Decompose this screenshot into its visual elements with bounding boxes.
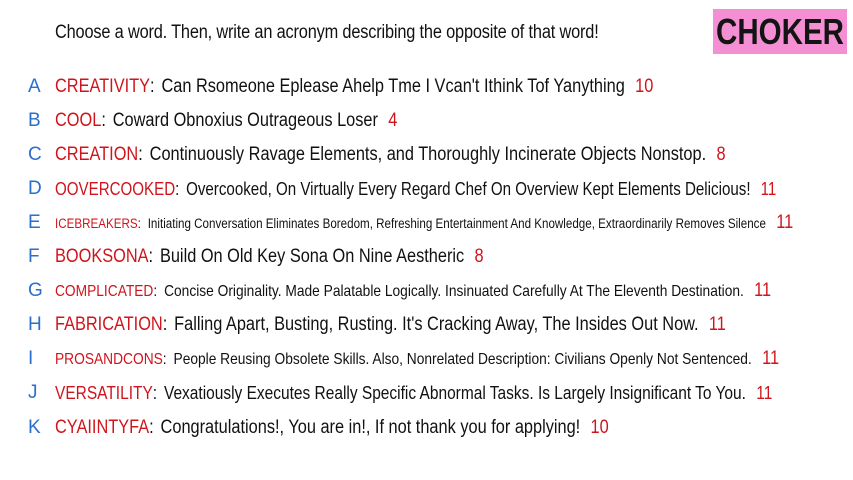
entry-content: CREATION: Continuously Ravage Elements, … <box>55 144 726 166</box>
entry-acronym: Vexatiously Executes Really Specific Abn… <box>163 382 746 403</box>
entry-row-b: B COOL: Coward Obnoxius Outrageous Loser… <box>28 106 453 136</box>
entry-content: VERSATILITY: Vexatiously Executes Really… <box>55 383 772 404</box>
entry-content: CYAIINTYFA: Congratulations!, You are in… <box>55 417 609 439</box>
entry-colon: : <box>101 110 106 131</box>
entry-letter: B <box>28 110 41 131</box>
entry-score: 8 <box>716 144 726 165</box>
entry-score: 10 <box>635 76 654 97</box>
entry-letter: E <box>28 212 41 233</box>
entry-row-i: I PROSANDCONS: People Reusing Obsolete S… <box>28 344 853 374</box>
entry-word: PROSANDCONS <box>55 351 163 368</box>
entry-colon: : <box>175 178 180 199</box>
entry-word: CREATION <box>55 144 139 165</box>
entry-acronym: Concise Originality. Made Palatable Logi… <box>164 283 744 300</box>
brand-logo-text: CHOKER <box>716 10 844 52</box>
entry-colon: : <box>152 382 158 403</box>
entry-word: VERSATILITY <box>55 382 153 403</box>
entry-row-j: J VERSATILITY: Vexatiously Executes Real… <box>28 378 853 408</box>
entry-acronym: Congratulations!, You are in!, If not th… <box>160 417 581 438</box>
entry-word: OOVERCOOKED <box>55 178 176 199</box>
entry-acronym: Build On Old Key Sona On Nine Aestheric <box>159 246 465 267</box>
entry-letter: C <box>28 144 42 165</box>
entry-letter: F <box>28 246 40 267</box>
entry-row-e: E ICEBREAKERS: Initiating Conversation E… <box>28 208 853 238</box>
entry-score: 10 <box>590 417 609 438</box>
entry-letter: J <box>28 382 38 403</box>
entry-score: 8 <box>474 246 484 267</box>
entry-score: 11 <box>756 382 773 403</box>
entry-colon: : <box>153 283 158 300</box>
entry-colon: : <box>149 417 154 438</box>
entry-content: PROSANDCONS: People Reusing Obsolete Ski… <box>55 348 779 370</box>
entry-content: ICEBREAKERS: Initiating Conversation Eli… <box>55 212 793 234</box>
entry-content: COOL: Coward Obnoxius Outrageous Loser 4 <box>55 110 397 132</box>
entry-content: FABRICATION: Falling Apart, Busting, Rus… <box>55 314 726 336</box>
entry-word: COMPLICATED <box>55 283 154 300</box>
entry-content: CREATIVITY: Can Rsomeone Eplease Ahelp T… <box>55 76 653 98</box>
entry-colon: : <box>137 216 141 231</box>
entry-colon: : <box>162 314 168 335</box>
entry-colon: : <box>162 351 167 368</box>
entry-score: 11 <box>776 212 794 233</box>
entry-acronym: Overcooked, On Virtually Every Regard Ch… <box>186 178 751 199</box>
entry-score: 11 <box>762 348 780 369</box>
entry-word: ICEBREAKERS <box>55 216 138 231</box>
entry-word: CYAIINTYFA <box>55 417 150 438</box>
entry-letter: K <box>28 417 41 438</box>
entry-score: 11 <box>760 178 777 199</box>
entry-row-a: A CREATIVITY: Can Rsomeone Eplease Ahelp… <box>28 72 751 102</box>
entry-word: CREATIVITY <box>55 76 151 97</box>
entry-row-c: C CREATION: Continuously Ravage Elements… <box>28 140 835 170</box>
entry-score: 11 <box>754 280 772 301</box>
prompt-text: Choose a word. Then, write an acronym de… <box>55 22 599 43</box>
entry-row-d: D OOVERCOOKED: Overcooked, On Virtually … <box>28 174 853 204</box>
entry-acronym: Initiating Conversation Eliminates Bored… <box>147 216 766 231</box>
entry-row-f: F BOOKSONA: Build On Old Key Sona On Nin… <box>28 242 553 272</box>
entry-letter: H <box>28 314 42 335</box>
entry-acronym: Coward Obnoxius Outrageous Loser <box>112 110 378 131</box>
entry-acronym: Continuously Ravage Elements, and Thorou… <box>149 144 707 165</box>
entry-letter: A <box>28 76 41 97</box>
entry-row-k: K CYAIINTYFA: Congratulations!, You are … <box>28 413 699 443</box>
entry-score: 11 <box>708 314 726 335</box>
entry-word: COOL <box>55 110 102 131</box>
entry-acronym: Can Rsomeone Eplease Ahelp Tme I Vcan't … <box>161 76 625 97</box>
brand-logo: CHOKER <box>713 9 847 54</box>
entry-word: BOOKSONA <box>55 246 149 267</box>
entry-letter: D <box>28 178 42 199</box>
entry-row-g: G COMPLICATED: Concise Originality. Made… <box>28 276 853 306</box>
entry-content: COMPLICATED: Concise Originality. Made P… <box>55 280 771 302</box>
entry-colon: : <box>138 144 143 165</box>
entry-content: BOOKSONA: Build On Old Key Sona On Nine … <box>55 246 484 268</box>
entry-word: FABRICATION <box>55 314 163 335</box>
entry-score: 4 <box>388 110 398 131</box>
entry-colon: : <box>148 246 154 267</box>
entry-content: OOVERCOOKED: Overcooked, On Virtually Ev… <box>55 179 776 200</box>
entry-letter: I <box>28 348 34 369</box>
entry-acronym: Falling Apart, Busting, Rusting. It's Cr… <box>174 314 699 335</box>
entry-row-h: H FABRICATION: Falling Apart, Busting, R… <box>28 310 835 340</box>
entry-letter: G <box>28 280 43 301</box>
entry-acronym: People Reusing Obsolete Skills. Also, No… <box>173 351 752 368</box>
entry-colon: : <box>150 76 155 97</box>
